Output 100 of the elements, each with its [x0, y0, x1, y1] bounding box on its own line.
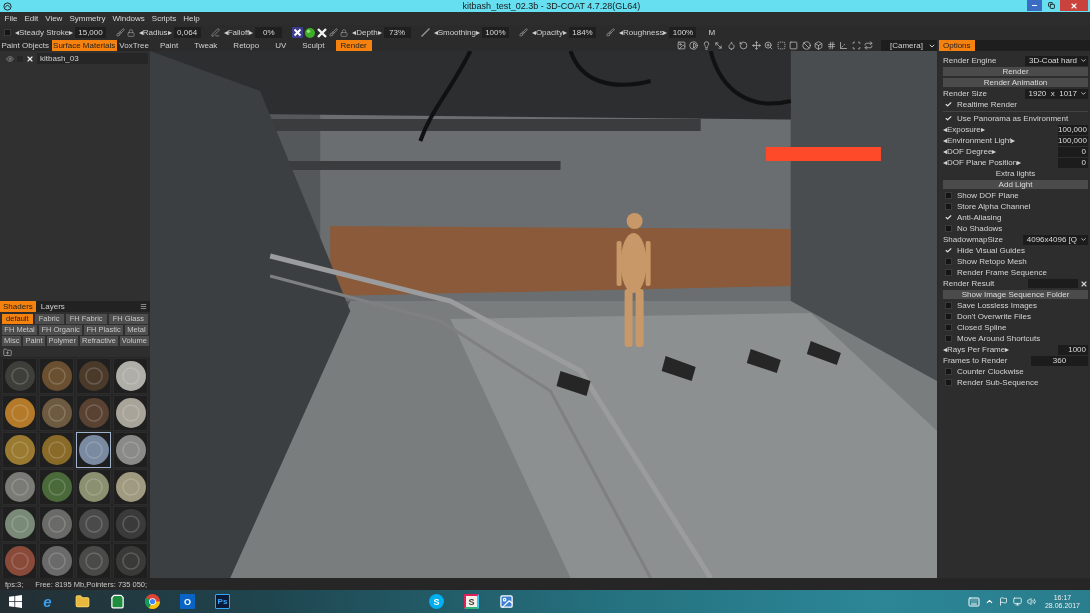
frame-logo[interactable]: S	[464, 594, 479, 609]
checkbox[interactable]	[945, 302, 952, 309]
room-tab[interactable]: Tweak	[189, 40, 223, 51]
number-field[interactable]: 1000	[1058, 344, 1088, 355]
checkbox[interactable]	[945, 335, 952, 342]
panel-tab[interactable]: Shaders	[0, 301, 36, 312]
axis-icon[interactable]	[839, 41, 848, 50]
menu-item[interactable]: View	[41, 14, 66, 23]
move-icon[interactable]	[751, 41, 761, 50]
flag-icon[interactable]	[998, 597, 1008, 606]
tree-item[interactable]: kitbash_03	[37, 53, 148, 64]
chevron-up-icon[interactable]	[984, 597, 994, 606]
menu-item[interactable]: Scripts	[148, 14, 180, 23]
checkbox[interactable]	[4, 29, 11, 36]
photo-app-icon[interactable]	[499, 594, 514, 609]
room-tab[interactable]: Retopo	[228, 40, 265, 51]
checkbox[interactable]	[945, 203, 952, 210]
square-icon[interactable]	[789, 41, 798, 50]
checkbox[interactable]	[945, 313, 952, 320]
minimize-button[interactable]	[1027, 0, 1042, 11]
camera-dropdown[interactable]: [Camera]	[881, 40, 937, 51]
option-button[interactable]: Show Image Sequence Folder	[943, 290, 1088, 299]
value-field[interactable]: 100%	[481, 27, 509, 38]
value-field[interactable]: 73%	[383, 27, 411, 38]
room-tab[interactable]: Sculpt	[297, 40, 330, 51]
checkbox[interactable]	[945, 258, 952, 265]
pen-icon[interactable]	[210, 28, 220, 37]
brush-icon[interactable]	[606, 28, 615, 37]
network-icon[interactable]	[1012, 597, 1022, 606]
ban-icon[interactable]	[801, 41, 811, 50]
room-tab[interactable]: Render	[335, 40, 372, 51]
close-button[interactable]	[1060, 0, 1088, 11]
checkbox[interactable]	[945, 324, 952, 331]
letters-logo[interactable]: Ps	[215, 594, 230, 609]
rotate-icon[interactable]	[739, 41, 748, 50]
keyboard-icon[interactable]	[967, 595, 980, 608]
cross-icon[interactable]	[26, 54, 34, 63]
value-field[interactable]: 0%	[255, 27, 283, 38]
value-field[interactable]: 184%	[569, 27, 596, 38]
round-logo-icon[interactable]	[145, 594, 160, 609]
loop-icon[interactable]	[864, 41, 873, 50]
menu-item[interactable]: File	[1, 14, 21, 23]
clear-icon[interactable]	[1080, 279, 1088, 288]
dropdown[interactable]: 3D-Coat hard	[1024, 55, 1088, 66]
cube-icon[interactable]	[814, 41, 823, 50]
panel-tab[interactable]: VoxTree	[117, 40, 151, 51]
menu-item[interactable]: Edit	[20, 14, 42, 23]
menu-item[interactable]: Help	[179, 14, 204, 23]
value-field[interactable]: 15,000	[75, 27, 106, 38]
dropdown[interactable]: 4096x4096 [Q	[1022, 234, 1088, 245]
eye-icon[interactable]	[6, 54, 14, 63]
menu-item[interactable]: Windows	[108, 14, 149, 23]
mail-logo[interactable]: O	[180, 594, 195, 609]
lock-icon[interactable]	[340, 28, 349, 37]
sphere-icon[interactable]	[305, 27, 316, 38]
frame-icon[interactable]	[851, 41, 861, 50]
number-field[interactable]: 100,000	[1058, 135, 1088, 146]
checkbox[interactable]	[945, 192, 952, 199]
option-button[interactable]: Add Light	[943, 180, 1088, 189]
e-logo[interactable]: e	[40, 594, 55, 609]
panel-tab[interactable]: Options	[939, 40, 975, 51]
panel-tab[interactable]: Surface Materials	[51, 40, 117, 51]
mode-label[interactable]: M	[708, 28, 716, 37]
number-field[interactable]: 0	[1058, 146, 1088, 157]
option-button[interactable]: Render	[943, 67, 1088, 76]
menu-item[interactable]: Symmetry	[65, 14, 109, 23]
slash-icon[interactable]	[420, 28, 430, 37]
room-tab[interactable]: Paint	[155, 40, 184, 51]
checkbox[interactable]	[945, 368, 952, 375]
menu-icon[interactable]	[140, 303, 147, 310]
panel-tab[interactable]: Layers	[37, 301, 68, 312]
option-button[interactable]: Render Animation	[943, 78, 1088, 87]
brush-icon[interactable]	[115, 28, 125, 37]
add-folder-icon[interactable]	[3, 347, 12, 357]
cross-tile-icon[interactable]	[292, 27, 304, 38]
diagonal-arrows-icon[interactable]	[714, 41, 723, 50]
bag-icon[interactable]	[110, 594, 125, 609]
checkbox[interactable]	[945, 225, 952, 232]
half-circle-icon[interactable]	[689, 41, 698, 50]
volume-icon[interactable]	[1026, 597, 1036, 606]
folder-icon[interactable]	[75, 594, 90, 609]
panel-tab[interactable]: Paint Objects	[0, 40, 51, 51]
number-field[interactable]: 0	[1058, 157, 1088, 168]
value-field[interactable]: 100%	[669, 27, 697, 38]
checkbox[interactable]	[945, 269, 952, 276]
checkbox[interactable]	[945, 379, 952, 386]
dropdown[interactable]: 1920 x 1017	[1024, 88, 1088, 99]
grid-icon[interactable]	[826, 41, 836, 50]
cross-icon[interactable]	[317, 27, 328, 38]
drop-icon[interactable]	[726, 41, 736, 50]
zoom-icon[interactable]	[764, 41, 773, 50]
room-tab[interactable]: UV	[270, 40, 292, 51]
dashed-square-icon[interactable]	[776, 41, 786, 50]
windows-logo-icon[interactable]	[8, 595, 22, 608]
lock-icon[interactable]	[126, 28, 135, 37]
bulb-icon[interactable]	[701, 41, 711, 50]
number-field[interactable]: 100,000	[1058, 124, 1088, 135]
brush-icon[interactable]	[518, 28, 528, 37]
value-field[interactable]: 0,064	[173, 27, 201, 38]
image-icon[interactable]	[676, 41, 686, 50]
